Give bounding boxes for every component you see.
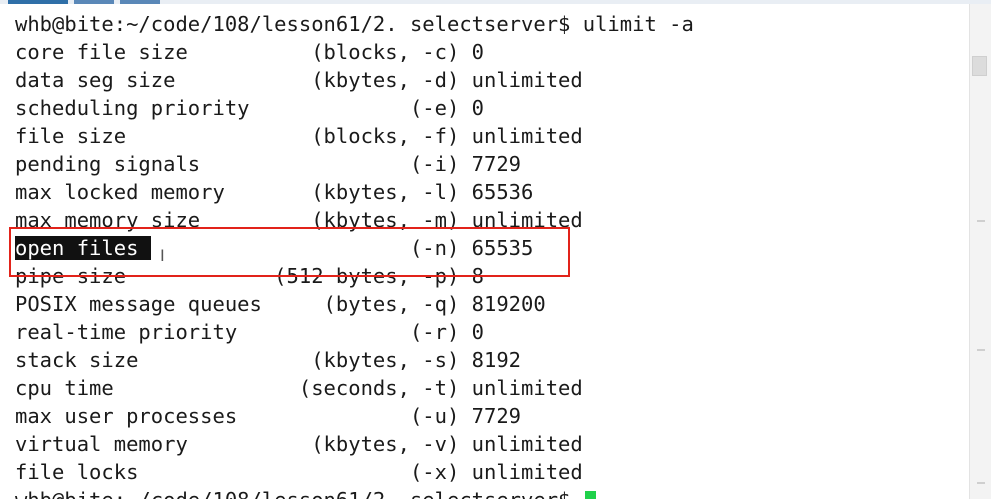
vertical-scrollbar[interactable] <box>969 4 991 499</box>
scrollbar-thumb[interactable] <box>972 56 987 76</box>
ulimit-row: data seg size (kbytes, -d) unlimited <box>15 68 583 92</box>
ulimit-row: file size (blocks, -f) unlimited <box>15 124 583 148</box>
annotation-highlight-box <box>9 227 570 277</box>
ulimit-row: scheduling priority (-e) 0 <box>15 96 484 120</box>
final-prompt-line[interactable]: whb@bite:~/code/108/lesson61/2. selectse… <box>15 486 596 499</box>
ulimit-row: max locked memory (kbytes, -l) 65536 <box>15 180 534 204</box>
ulimit-row: core file size (blocks, -c) 0 <box>15 40 484 64</box>
ulimit-row: file locks (-x) unlimited <box>15 460 583 484</box>
final-prompt: whb@bite:~/code/108/lesson61/2. selectse… <box>15 488 583 499</box>
ulimit-row: real-time priority (-r) 0 <box>15 320 484 344</box>
scrollbar-marker <box>977 349 985 351</box>
ulimit-row: stack size (kbytes, -s) 8192 <box>15 348 522 372</box>
command-line: whb@bite:~/code/108/lesson61/2. selectse… <box>15 12 694 36</box>
ulimit-row: pending signals (-i) 7729 <box>15 152 522 176</box>
scrollbar-marker <box>977 482 985 484</box>
block-cursor-icon <box>584 491 596 499</box>
ulimit-row: POSIX message queues (bytes, -q) 819200 <box>15 292 546 316</box>
ulimit-row: max user processes (-u) 7729 <box>15 404 522 428</box>
terminal-window[interactable]: whb@bite:~/code/108/lesson61/2. selectse… <box>0 4 970 499</box>
scrollbar-marker <box>977 220 985 222</box>
ulimit-row: virtual memory (kbytes, -v) unlimited <box>15 432 583 456</box>
ulimit-row: cpu time (seconds, -t) unlimited <box>15 376 583 400</box>
